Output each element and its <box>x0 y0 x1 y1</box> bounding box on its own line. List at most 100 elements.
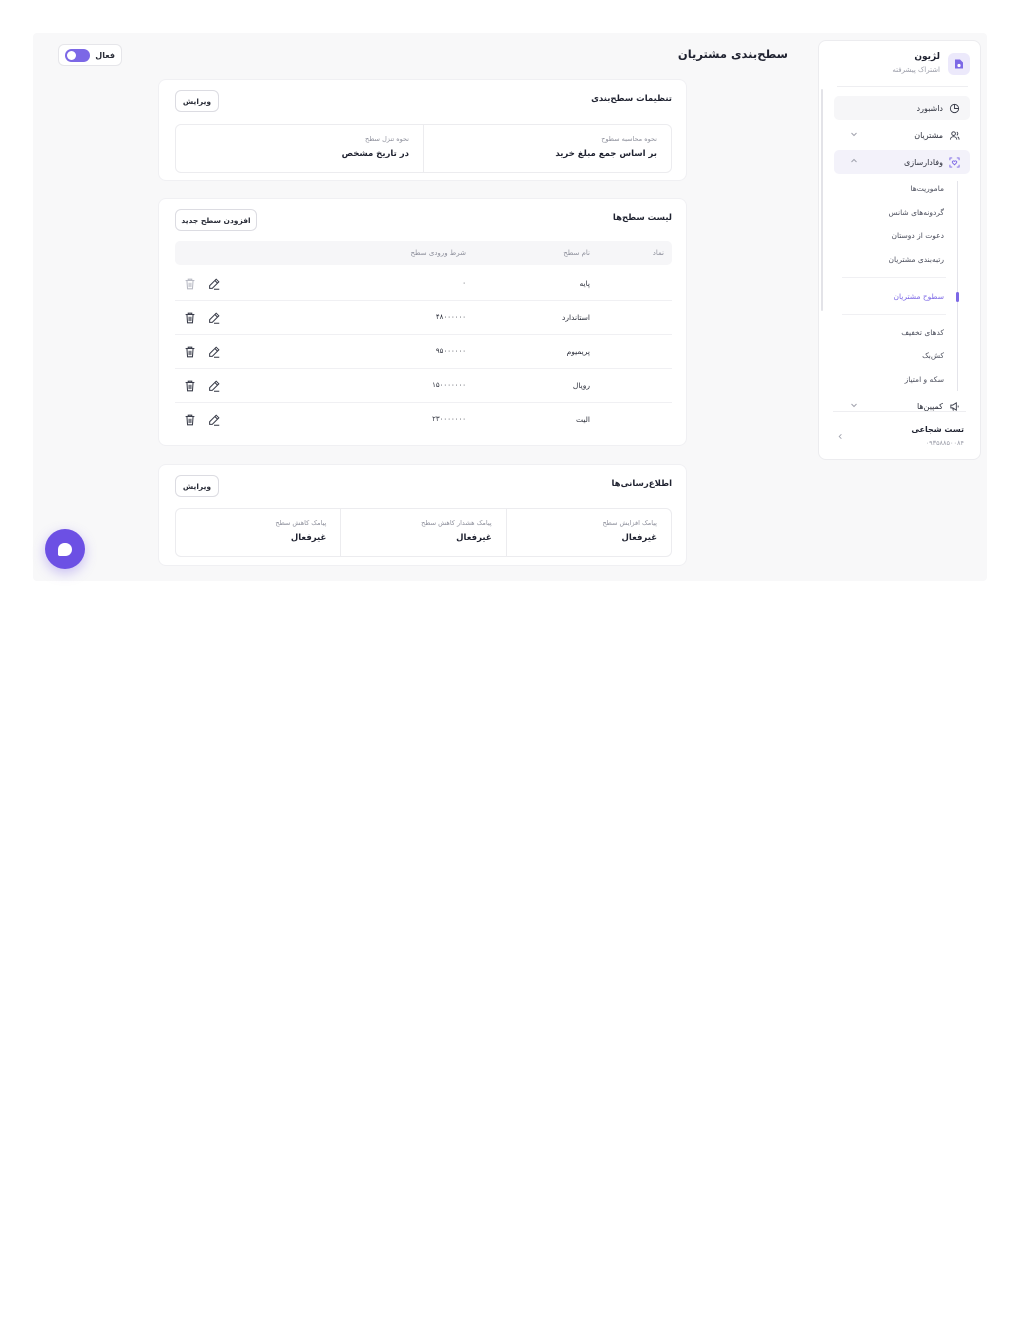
sidebar-item-label: وفادارسازی <box>903 157 943 167</box>
field-label: نحوه محاسبه سطوح <box>601 135 657 143</box>
sidebar-subitem-coins-points[interactable]: سکه و امتیاز <box>905 375 944 384</box>
chat-button[interactable] <box>45 529 85 569</box>
settings-info-box: نحوه محاسبه سطوح بر اساس جمع مبلغ خرید ن… <box>175 124 672 173</box>
notification-field: پیامک هشدار کاهش سطح غیرفعال <box>340 509 505 556</box>
level-name: پایه <box>579 279 590 288</box>
settings-title: تنظیمات سطح‌بندی <box>591 94 672 104</box>
sidebar-subitem-customer-levels[interactable]: سطوح مشتریان <box>893 292 944 301</box>
chat-bubble-icon <box>58 542 72 556</box>
field-value: غیرفعال <box>621 533 658 543</box>
sidebar-subitem-cashback[interactable]: کش‌بک <box>922 351 944 360</box>
level-name: استاندارد <box>562 313 590 322</box>
page-title: سطح‌بندی مشتریان <box>677 47 788 61</box>
field-label: پیامک افزایش سطح <box>602 519 657 527</box>
sidebar-scrollbar[interactable] <box>821 89 823 311</box>
notification-field: پیامک افزایش سطح غیرفعال <box>505 509 671 556</box>
brand-name: لژیون <box>914 52 940 62</box>
level-name: الیت <box>576 415 590 424</box>
trash-icon[interactable] <box>183 310 197 324</box>
sidebar-subitem-lucky-wheels[interactable]: گردونه‌های شانس <box>889 208 945 217</box>
toggle-knob <box>67 50 76 60</box>
column-name: نام سطح <box>563 249 590 257</box>
divider <box>842 277 946 278</box>
column-condition: شرط ورودی سطح <box>410 249 466 257</box>
user-name: تست شجاعی <box>911 425 964 434</box>
trash-icon <box>183 276 197 290</box>
notification-field: پیامک کاهش سطح غیرفعال <box>176 509 340 556</box>
notifications-title: اطلاع‌رسانی‌ها <box>611 479 672 489</box>
sidebar-subitem-customer-ranking[interactable]: رتبه‌بندی مشتریان <box>888 255 944 264</box>
sidebar-item-label: مشتریان <box>914 130 943 140</box>
user-phone: ۰۹۳۵۸۸۵۰۰۸۴ <box>925 439 964 447</box>
column-symbol: نماد <box>652 249 664 257</box>
submenu-line <box>957 181 958 391</box>
table-header: نماد نام سطح شرط ورودی سطح <box>175 241 672 265</box>
settings-field: نحوه محاسبه سطوح بر اساس جمع مبلغ خرید <box>423 125 671 172</box>
sidebar-subitem-invite-friends[interactable]: دعوت از دوستان <box>891 231 944 240</box>
sidebar-item-campaigns[interactable]: کمپین‌ها <box>834 394 970 418</box>
brand-logo-icon <box>948 53 970 75</box>
sidebar-item-label: داشبورد <box>916 103 943 113</box>
edit-icon[interactable] <box>207 412 221 426</box>
sidebar-item-loyalty[interactable]: وفادارسازی <box>834 150 970 174</box>
divider <box>837 86 968 87</box>
notifications-card: اطلاع‌رسانی‌ها ویرایش پیامک افزایش سطح غ… <box>158 464 687 566</box>
edit-icon[interactable] <box>207 378 221 392</box>
level-condition: ۰ <box>462 279 466 287</box>
table-row: الیت ۲۳۰۰۰۰۰۰۰ <box>175 403 672 437</box>
notifications-edit-button[interactable]: ویرایش <box>175 475 219 497</box>
level-condition: ۲۳۰۰۰۰۰۰۰ <box>432 415 466 423</box>
chevron-left-icon[interactable] <box>837 433 844 440</box>
levels-card: لیست سطح‌ها افزودن سطح جدید نماد نام سطح… <box>158 198 687 446</box>
status-toggle[interactable] <box>65 48 90 62</box>
edit-icon[interactable] <box>207 344 221 358</box>
field-value: بر اساس جمع مبلغ خرید <box>555 149 657 159</box>
chevron-down-icon <box>851 403 857 408</box>
sidebar-subitem-discount-codes[interactable]: کدهای تخفیف <box>901 328 944 337</box>
field-label: پیامک کاهش سطح <box>275 519 327 527</box>
settings-edit-button[interactable]: ویرایش <box>175 90 219 112</box>
levels-title: لیست سطح‌ها <box>612 213 672 223</box>
sidebar-item-dashboard[interactable]: داشبورد <box>834 96 970 120</box>
level-name: پریمیوم <box>566 347 590 356</box>
field-value: غیرفعال <box>456 533 492 543</box>
field-value: غیرفعال <box>290 533 327 543</box>
sidebar-item-customers[interactable]: مشتریان <box>834 123 970 147</box>
status-toggle-container[interactable]: فعال <box>58 44 122 66</box>
edit-icon[interactable] <box>207 276 221 290</box>
notifications-info-box: پیامک افزایش سطح غیرفعال پیامک هشدار کاه… <box>175 508 672 557</box>
settings-field: نحوه تنزل سطح در تاریخ مشخص <box>176 125 423 172</box>
trash-icon[interactable] <box>183 378 197 392</box>
chevron-down-icon <box>851 132 857 137</box>
trash-icon[interactable] <box>183 344 197 358</box>
toggle-label: فعال <box>95 50 115 60</box>
level-name: رویال <box>572 381 590 390</box>
table-row: پایه ۰ <box>175 267 672 301</box>
chart-pie-icon <box>949 103 960 114</box>
table-row: رویال ۱۵۰۰۰۰۰۰۰ <box>175 369 672 403</box>
brand-subtitle: اشتراک پیشرفته <box>892 66 940 74</box>
level-condition: ۱۵۰۰۰۰۰۰۰ <box>432 381 466 389</box>
field-value: در تاریخ مشخص <box>341 149 409 159</box>
add-level-button[interactable]: افزودن سطح جدید <box>175 209 257 231</box>
level-condition: ۴۸۰۰۰۰۰۰ <box>435 313 466 321</box>
field-label: پیامک هشدار کاهش سطح <box>421 519 492 527</box>
settings-card: تنظیمات سطح‌بندی ویرایش نحوه محاسبه سطوح… <box>158 79 687 181</box>
sidebar-item-label: کمپین‌ها <box>916 401 943 411</box>
trash-icon[interactable] <box>183 412 197 426</box>
brand: لژیون اشتراک پیشرفته <box>827 51 970 85</box>
users-icon <box>949 130 960 141</box>
table-row: پریمیوم ۹۵۰۰۰۰۰۰ <box>175 335 672 369</box>
sidebar-subitem-missions[interactable]: ماموریت‌ها <box>910 184 944 193</box>
active-indicator <box>956 292 959 302</box>
megaphone-icon <box>949 401 960 412</box>
chevron-up-icon <box>851 158 857 163</box>
edit-icon[interactable] <box>207 310 221 324</box>
divider <box>833 411 966 412</box>
table-row: استاندارد ۴۸۰۰۰۰۰۰ <box>175 301 672 335</box>
field-label: نحوه تنزل سطح <box>365 135 409 143</box>
heart-scan-icon <box>949 156 960 168</box>
divider <box>842 314 946 315</box>
level-condition: ۹۵۰۰۰۰۰۰ <box>435 347 466 355</box>
sidebar: لژیون اشتراک پیشرفته داشبورد مشتریان وفا… <box>818 40 981 460</box>
